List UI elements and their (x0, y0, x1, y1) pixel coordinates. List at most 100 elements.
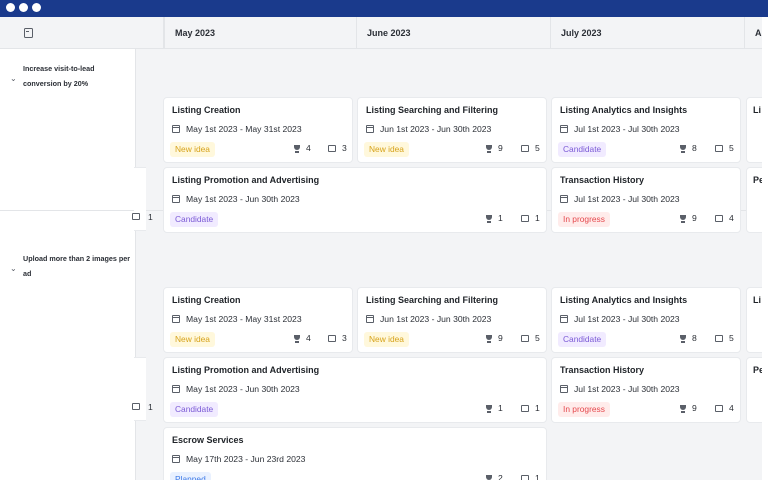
roadmap-card[interactable]: Listing Creation May 1st 2023 - May 31st… (163, 287, 353, 353)
card-title-cut: Li (753, 105, 761, 115)
trophy-icon (679, 335, 687, 343)
comment-count: 1 (535, 473, 540, 480)
card-title: Listing Creation (172, 105, 241, 115)
card-title-cut: Pe (753, 365, 762, 375)
calendar-icon (172, 195, 180, 203)
roadmap-card[interactable]: Listing Analytics and Insights Jul 1st 2… (551, 287, 741, 353)
goal-group-label: Upload more than 2 images per ad (23, 254, 131, 278)
vote-count: 8 (692, 333, 697, 343)
month-header-may: May 2023 (164, 17, 356, 49)
goal-group-1[interactable]: ⌄ Increase visit-to-lead conversion by 2… (0, 57, 136, 97)
comment-count: 3 (342, 333, 347, 343)
status-badge[interactable]: New idea (170, 142, 215, 157)
window-minimize-dot[interactable] (19, 3, 28, 12)
calendar-icon (172, 455, 180, 463)
card-date-range: May 1st 2023 - Jun 30th 2023 (186, 194, 300, 204)
chevron-down-icon[interactable]: ⌄ (10, 75, 17, 83)
card-date-range: May 1st 2023 - May 31st 2023 (186, 124, 302, 134)
trophy-icon (485, 335, 493, 343)
roadmap-card[interactable]: Transaction History Jul 1st 2023 - Jul 3… (551, 167, 741, 233)
comment-icon (132, 213, 140, 220)
card-title-cut: Li (753, 295, 761, 305)
comment-icon (521, 145, 529, 152)
roadmap-card-cut[interactable] (132, 167, 146, 231)
card-title: Transaction History (560, 175, 645, 185)
status-badge[interactable]: Candidate (558, 142, 607, 157)
roadmap-board: Listing Creation May 1st 2023 - May 31st… (132, 49, 762, 480)
goal-group-2[interactable]: ⌄ Upload more than 2 images per ad (0, 247, 136, 287)
comment-count: 5 (729, 143, 734, 153)
status-badge[interactable]: New idea (364, 332, 409, 347)
roadmap-card-cut[interactable]: Li (746, 287, 762, 353)
roadmap-card[interactable]: Escrow Services May 17th 2023 - Jun 23rd… (163, 427, 547, 480)
vote-count: 8 (692, 143, 697, 153)
card-title: Listing Searching and Filtering (366, 105, 499, 115)
calendar-icon (172, 315, 180, 323)
comment-icon (521, 215, 529, 222)
status-badge[interactable]: Candidate (558, 332, 607, 347)
roadmap-card[interactable]: Listing Promotion and Advertising May 1s… (163, 357, 547, 423)
roadmap-card-cut[interactable] (132, 357, 146, 421)
card-date-range: May 1st 2023 - Jun 30th 2023 (186, 384, 300, 394)
comment-icon (521, 335, 529, 342)
roadmap-card-cut[interactable]: Li (746, 97, 762, 163)
roadmap-frame: May 2023 June 2023 July 2023 A ⌄ Increas… (0, 17, 762, 480)
trophy-icon (679, 145, 687, 153)
status-badge[interactable]: Planned (170, 472, 211, 480)
status-badge[interactable]: Candidate (170, 402, 219, 417)
calendar-icon (560, 195, 568, 203)
timeline-header: May 2023 June 2023 July 2023 A (0, 17, 762, 49)
card-date-range: Jul 1st 2023 - Jul 30th 2023 (574, 384, 680, 394)
trophy-icon (679, 405, 687, 413)
status-badge[interactable]: In progress (558, 402, 610, 417)
comment-count: 5 (535, 143, 540, 153)
card-date-range: May 1st 2023 - May 31st 2023 (186, 314, 302, 324)
vote-count: 9 (692, 403, 697, 413)
roadmap-card[interactable]: Listing Searching and Filtering Jun 1st … (357, 97, 547, 163)
comment-icon (715, 215, 723, 222)
card-title: Listing Promotion and Advertising (172, 365, 320, 375)
roadmap-card-cut[interactable]: Pe (746, 357, 762, 423)
layout-toggle-icon[interactable] (24, 28, 33, 38)
month-header-june: June 2023 (356, 17, 550, 49)
comment-count: 3 (342, 143, 347, 153)
status-badge[interactable]: In progress (558, 212, 610, 227)
roadmap-card[interactable]: Listing Analytics and Insights Jul 1st 2… (551, 97, 741, 163)
status-badge[interactable]: Candidate (170, 212, 219, 227)
calendar-icon (366, 315, 374, 323)
card-title: Transaction History (560, 365, 645, 375)
chevron-down-icon[interactable]: ⌄ (10, 265, 17, 273)
window-close-dot[interactable] (6, 3, 15, 12)
goals-sidebar: ⌄ Increase visit-to-lead conversion by 2… (0, 49, 136, 480)
roadmap-card[interactable]: Listing Searching and Filtering Jun 1st … (357, 287, 547, 353)
status-badge[interactable]: New idea (364, 142, 409, 157)
comment-count: 1 (148, 402, 153, 412)
card-date-range: Jun 1st 2023 - Jun 30th 2023 (380, 124, 492, 134)
card-date-range: May 17th 2023 - Jun 23rd 2023 (186, 454, 306, 464)
calendar-icon (172, 385, 180, 393)
header-corner (0, 17, 164, 49)
status-badge[interactable]: New idea (170, 332, 215, 347)
comment-count: 4 (729, 403, 734, 413)
calendar-icon (172, 125, 180, 133)
vote-count: 4 (306, 143, 311, 153)
card-title: Listing Analytics and Insights (560, 295, 688, 305)
roadmap-card-cut[interactable]: Pe (746, 167, 762, 233)
trophy-icon (485, 405, 493, 413)
vote-count: 1 (498, 213, 503, 223)
trophy-icon (679, 215, 687, 223)
vote-count: 9 (692, 213, 697, 223)
roadmap-card[interactable]: Transaction History Jul 1st 2023 - Jul 3… (551, 357, 741, 423)
roadmap-card[interactable]: Listing Creation May 1st 2023 - May 31st… (163, 97, 353, 163)
roadmap-card[interactable]: Listing Promotion and Advertising May 1s… (163, 167, 547, 233)
comment-count: 1 (535, 403, 540, 413)
window-titlebar (0, 0, 768, 17)
comment-icon (521, 475, 529, 480)
window-maximize-dot[interactable] (32, 3, 41, 12)
comment-count: 1 (535, 213, 540, 223)
comment-icon (132, 403, 140, 410)
vote-count: 2 (498, 473, 503, 480)
month-header-july: July 2023 (550, 17, 744, 49)
card-title: Escrow Services (172, 435, 244, 445)
card-title: Listing Analytics and Insights (560, 105, 688, 115)
